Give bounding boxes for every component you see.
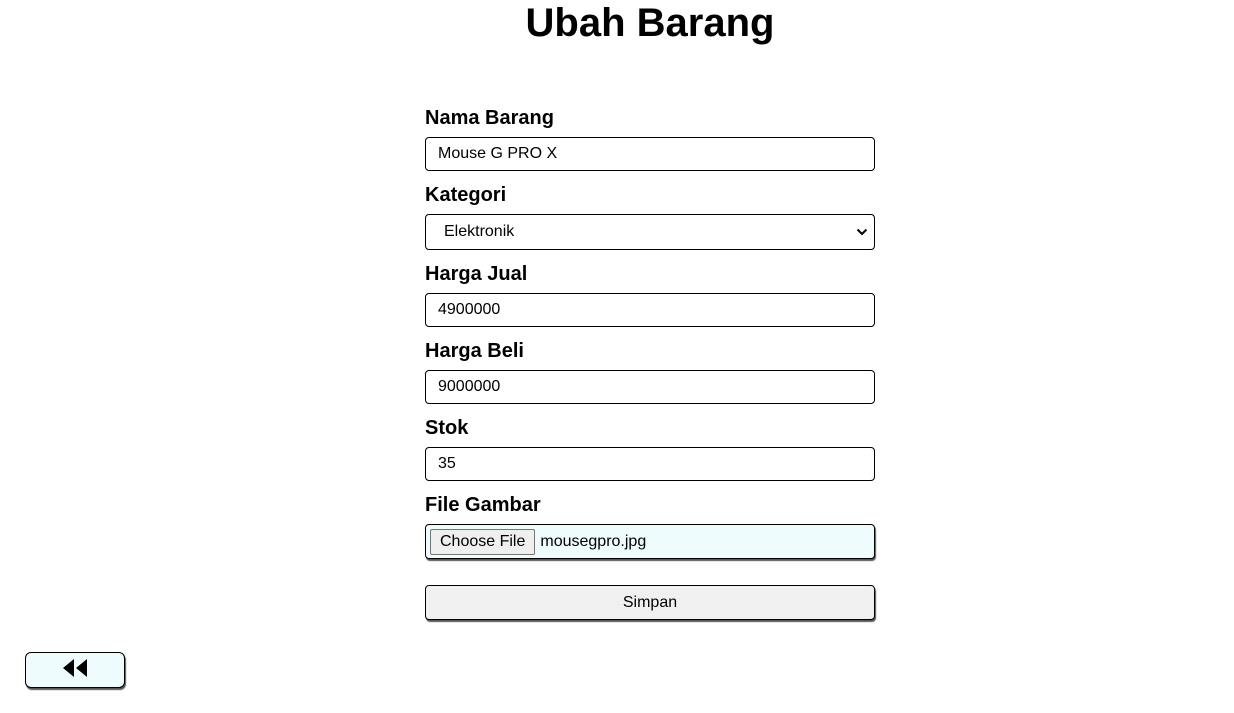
harga-jual-label: Harga Jual — [425, 263, 528, 285]
kategori-selected-value: Elektronik — [444, 223, 515, 240]
edit-item-form: Nama Barang Kategori Elektronik Harga Ju… — [425, 106, 875, 620]
choose-file-button[interactable]: Choose File — [430, 528, 536, 555]
file-gambar-label: File Gambar — [425, 494, 541, 516]
stok-label: Stok — [425, 417, 469, 439]
harga-beli-label: Harga Beli — [425, 340, 524, 362]
nama-barang-label: Nama Barang — [425, 107, 554, 129]
harga-jual-input[interactable] — [425, 293, 875, 327]
nama-barang-input[interactable] — [425, 137, 875, 171]
edit-item-page: Ubah Barang Nama Barang Kategori Elektro… — [0, 0, 1234, 713]
kategori-select[interactable]: Elektronik — [425, 214, 875, 250]
stok-input[interactable] — [425, 447, 875, 481]
kategori-label: Kategori — [425, 184, 507, 206]
fast-backward-icon — [62, 658, 88, 683]
chevron-down-icon — [850, 214, 874, 250]
back-button[interactable] — [25, 652, 125, 688]
file-name-text: mousegpro.jpg — [540, 532, 647, 550]
file-gambar-input[interactable]: Choose File mousegpro.jpg — [425, 524, 875, 559]
page-title: Ubah Barang — [525, 1, 775, 45]
simpan-button[interactable]: Simpan — [425, 585, 875, 620]
harga-beli-input[interactable] — [425, 370, 875, 404]
